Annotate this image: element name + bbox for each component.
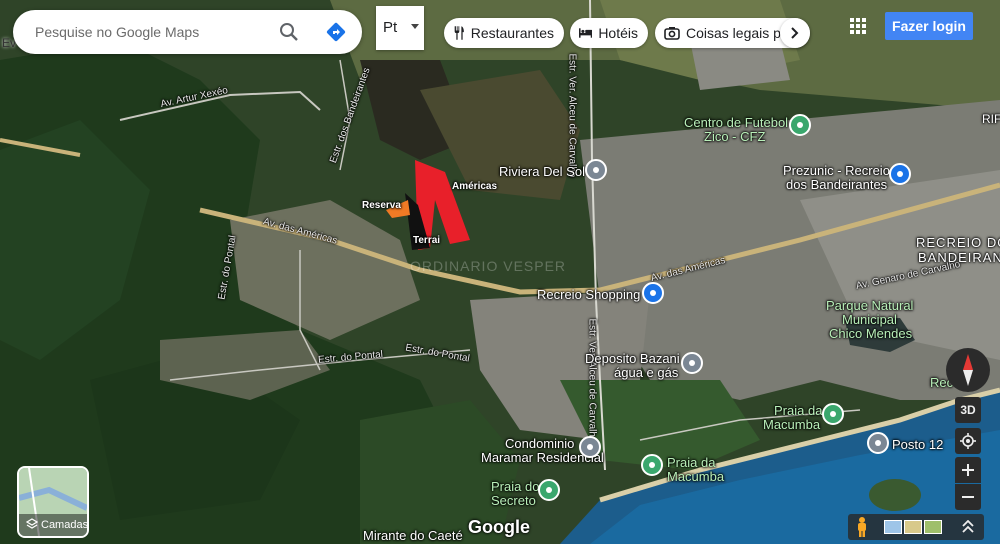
poi-label-deposito-2: água e gás: [614, 365, 679, 380]
poi-label-parque-2: Municipal: [842, 312, 897, 327]
overlay-label-reserva: Reserva: [362, 200, 401, 211]
poi-pin-posto-12[interactable]: [867, 432, 889, 454]
compass-icon: [963, 354, 973, 386]
three-d-button[interactable]: 3D: [955, 397, 981, 423]
chip-restaurants[interactable]: Restaurantes: [444, 18, 564, 48]
pegman-icon[interactable]: [856, 517, 868, 537]
overlay-label-americas: Américas: [452, 181, 498, 192]
chip-hotels[interactable]: Hotéis: [570, 18, 648, 48]
my-location-button[interactable]: [955, 428, 981, 454]
search-icon[interactable]: [279, 22, 299, 42]
login-button[interactable]: Fazer login: [885, 12, 973, 40]
language-value: Pt: [383, 19, 398, 36]
layers-icon: [26, 518, 38, 529]
imagery-thumb-3[interactable]: [924, 520, 942, 534]
poi-pin-recreio-shopping[interactable]: [642, 282, 664, 304]
poi-label-praia-secreto: Praia do: [491, 479, 540, 494]
my-location-icon: [960, 433, 976, 449]
poi-label-posto-12: Posto 12: [892, 437, 944, 452]
camera-icon: [664, 27, 680, 40]
search-box[interactable]: Pesquise no Google Maps: [13, 10, 362, 54]
language-selector[interactable]: Pt: [376, 6, 424, 50]
google-logo: Google: [468, 517, 530, 537]
overlay-label-terrain: Terrai: [413, 235, 441, 246]
poi-label-mirante: Mirante do Caeté: [363, 528, 463, 543]
poi-pin-praia-macumba-bottom[interactable]: [641, 454, 663, 476]
poi-pin-prezunic[interactable]: [889, 163, 911, 185]
chip-restaurants-label: Restaurantes: [470, 25, 554, 41]
poi-label-praia-macumba-bottom: Praia da: [667, 455, 716, 470]
poi-label-centro-futebol-2: Zico - CFZ: [704, 129, 766, 144]
dropdown-arrow-icon: [411, 24, 419, 29]
poi-label-centro-futebol: Centro de Futebol: [684, 115, 789, 130]
area-label-recreio-2: BANDEIRANTES: [918, 250, 1000, 265]
layers-label: Camadas: [41, 519, 89, 531]
bottom-controls: [848, 514, 984, 540]
poi-label-recreio-shopping: Recreio Shopping: [537, 287, 641, 302]
compass-button[interactable]: [946, 348, 990, 392]
area-label-recreio: RECREIO DOS: [916, 235, 1000, 250]
poi-pin-praia-macumba-top[interactable]: [822, 403, 844, 425]
poi-label-praia-macumba-top: Praia da: [774, 403, 823, 418]
zoom-in-button[interactable]: [955, 457, 981, 483]
apps-grid-icon[interactable]: [850, 18, 866, 34]
poi-label-praia-macumba-bottom-2: Macumba: [667, 469, 725, 484]
map-label-rif: RIF: [982, 112, 1000, 126]
poi-pin-praia-secreto[interactable]: [538, 479, 560, 501]
imagery-thumb-1[interactable]: [884, 520, 902, 534]
poi-label-condominio: Condominio: [505, 436, 575, 451]
road-label-estr-vereador-south: Estr. Ver. Alceu de Carvalho: [586, 318, 598, 443]
poi-label-deposito: Deposito Bazani: [585, 351, 680, 366]
chip-things-to-do-label: Coisas legais pa: [686, 25, 789, 41]
chip-hotels-label: Hotéis: [598, 25, 638, 41]
minus-icon: [962, 496, 974, 498]
chips-next-button[interactable]: [780, 18, 810, 48]
zoom-out-button[interactable]: [955, 484, 981, 510]
poi-pin-riviera[interactable]: [585, 159, 607, 181]
hotel-icon: [579, 28, 593, 38]
road-label-estr-vereador: Estr. Ver. Alceu de Carvalho: [566, 53, 578, 178]
poi-label-riviera: Riviera Del Sol: [499, 164, 585, 179]
poi-label-prezunic: Prezunic - Recreio: [783, 163, 890, 178]
poi-label-prezunic-2: dos Bandeirantes: [786, 177, 888, 192]
poi-pin-condominio[interactable]: [579, 436, 601, 458]
poi-label-parque-3: Chico Mendes: [829, 326, 913, 341]
poi-label-praia-macumba-top-2: Macumba: [763, 417, 821, 432]
expand-up-icon[interactable]: [962, 520, 974, 534]
poi-pin-centro-futebol[interactable]: [789, 114, 811, 136]
directions-icon[interactable]: [325, 21, 347, 43]
poi-label-praia-secreto-2: Secreto: [491, 493, 536, 508]
restaurant-icon: [454, 26, 464, 40]
imagery-thumb-2[interactable]: [904, 520, 922, 534]
chevron-right-icon: [791, 27, 799, 39]
layers-button[interactable]: Camadas: [17, 466, 89, 538]
watermark: ORDINARIO VESPER: [410, 258, 567, 274]
plus-icon: [962, 464, 974, 476]
search-input[interactable]: Pesquise no Google Maps: [35, 24, 199, 40]
poi-label-parque: Parque Natural: [826, 298, 914, 313]
poi-pin-deposito[interactable]: [681, 352, 703, 374]
